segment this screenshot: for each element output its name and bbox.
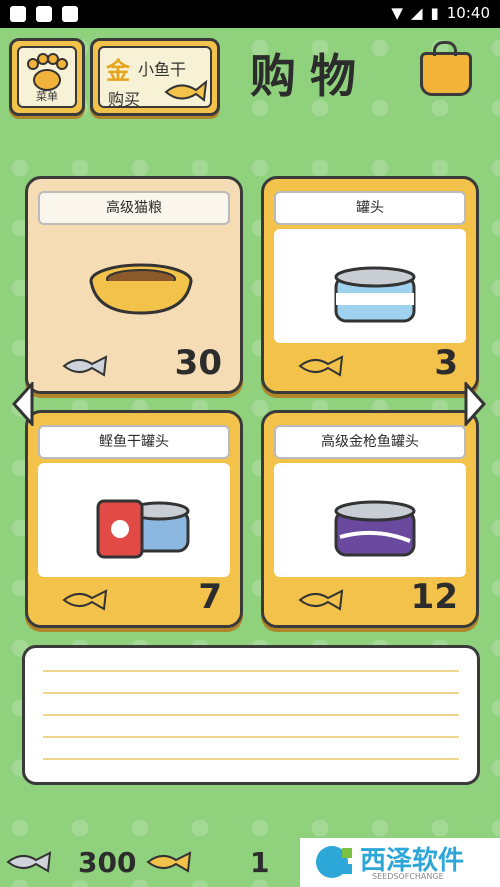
item-label: 高级金枪鱼罐头	[274, 425, 466, 459]
menu-label: 菜单	[36, 90, 58, 103]
buy-gold-fish-button[interactable]: 金 小鱼干 购买	[90, 38, 220, 116]
shop-item-card[interactable]: 高级猫粮 30	[25, 176, 243, 394]
item-label: 罐头	[274, 191, 466, 225]
item-price: 7	[198, 577, 222, 617]
notification-icon	[10, 6, 26, 22]
buy-bottom-text: 购买	[108, 90, 141, 109]
gold-fish-icon	[164, 79, 208, 102]
silver-fish-count: 300	[78, 846, 137, 879]
silver-fish-icon	[6, 851, 52, 873]
item-price: 30	[174, 343, 222, 383]
item-label: 高级猫粮	[38, 191, 230, 225]
watermark: 西泽软件 SEEDSOFCHANGE	[300, 838, 500, 887]
battery-icon: ▮	[430, 4, 439, 22]
shopping-bag-icon[interactable]	[420, 41, 472, 96]
signal-icon: ◢	[410, 4, 423, 22]
status-bar: ▼ ◢ ▮ 10:40	[0, 0, 500, 28]
gold-fish-count: 1	[250, 846, 270, 879]
shop-item-card[interactable]: 罐头 3	[261, 176, 479, 394]
shop-item-card[interactable]: 高级金枪鱼罐头 12	[261, 410, 479, 628]
bonito-can-icon	[96, 499, 190, 559]
currency-bar: 300 1	[0, 838, 300, 887]
item-price: 12	[410, 577, 458, 617]
wifi-icon: ▼	[391, 4, 403, 22]
silver-fish-icon	[62, 355, 108, 377]
notification-icon	[62, 6, 78, 22]
gold-fish-icon	[62, 589, 108, 611]
arrow-left-icon[interactable]	[12, 382, 34, 426]
menu-button[interactable]: 菜单	[9, 38, 85, 116]
gold-fish-icon	[146, 851, 192, 873]
shop-item-card[interactable]: 鲣鱼干罐头 7	[25, 410, 243, 628]
watermark-subtitle: SEEDSOFCHANGE	[372, 872, 444, 881]
page-title: 购物	[250, 49, 370, 103]
gold-fish-icon	[298, 589, 344, 611]
buy-top-text: 小鱼干	[138, 60, 187, 79]
clock: 10:40	[446, 4, 490, 22]
arrow-right-icon[interactable]	[464, 382, 486, 426]
gold-fish-icon	[298, 355, 344, 377]
item-label: 鲣鱼干罐头	[38, 425, 230, 459]
tuna-can-icon	[334, 500, 416, 557]
cat-food-bowl-icon	[89, 263, 193, 315]
watermark-logo-icon	[316, 846, 352, 878]
notification-icon	[36, 6, 52, 22]
item-price: 3	[434, 343, 458, 383]
canned-food-icon	[334, 266, 416, 323]
gold-char: 金	[106, 56, 130, 85]
description-box	[22, 645, 480, 785]
